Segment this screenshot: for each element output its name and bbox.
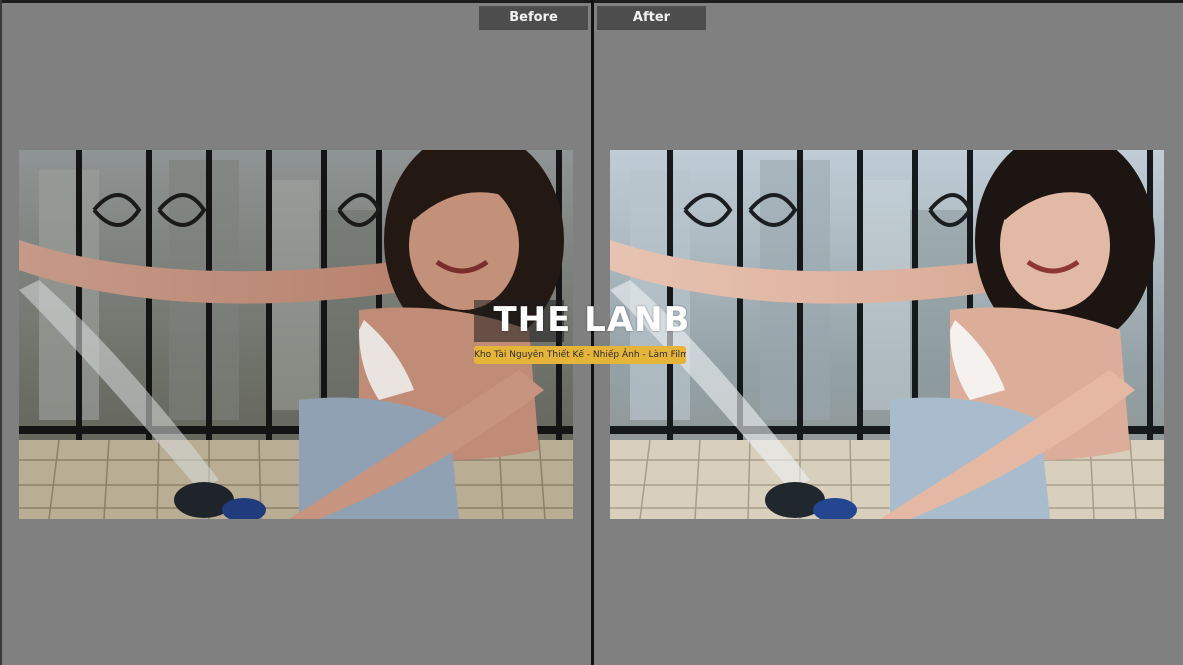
before-label: Before: [479, 6, 588, 30]
watermark: THE LANB Kho Tài Nguyên Thiết Kế - Nhiếp…: [470, 298, 714, 370]
after-label: After: [597, 6, 706, 30]
watermark-logo: THE LANB: [493, 300, 691, 340]
watermark-tagline: Kho Tài Nguyên Thiết Kế - Nhiếp Ảnh - Là…: [474, 346, 686, 364]
